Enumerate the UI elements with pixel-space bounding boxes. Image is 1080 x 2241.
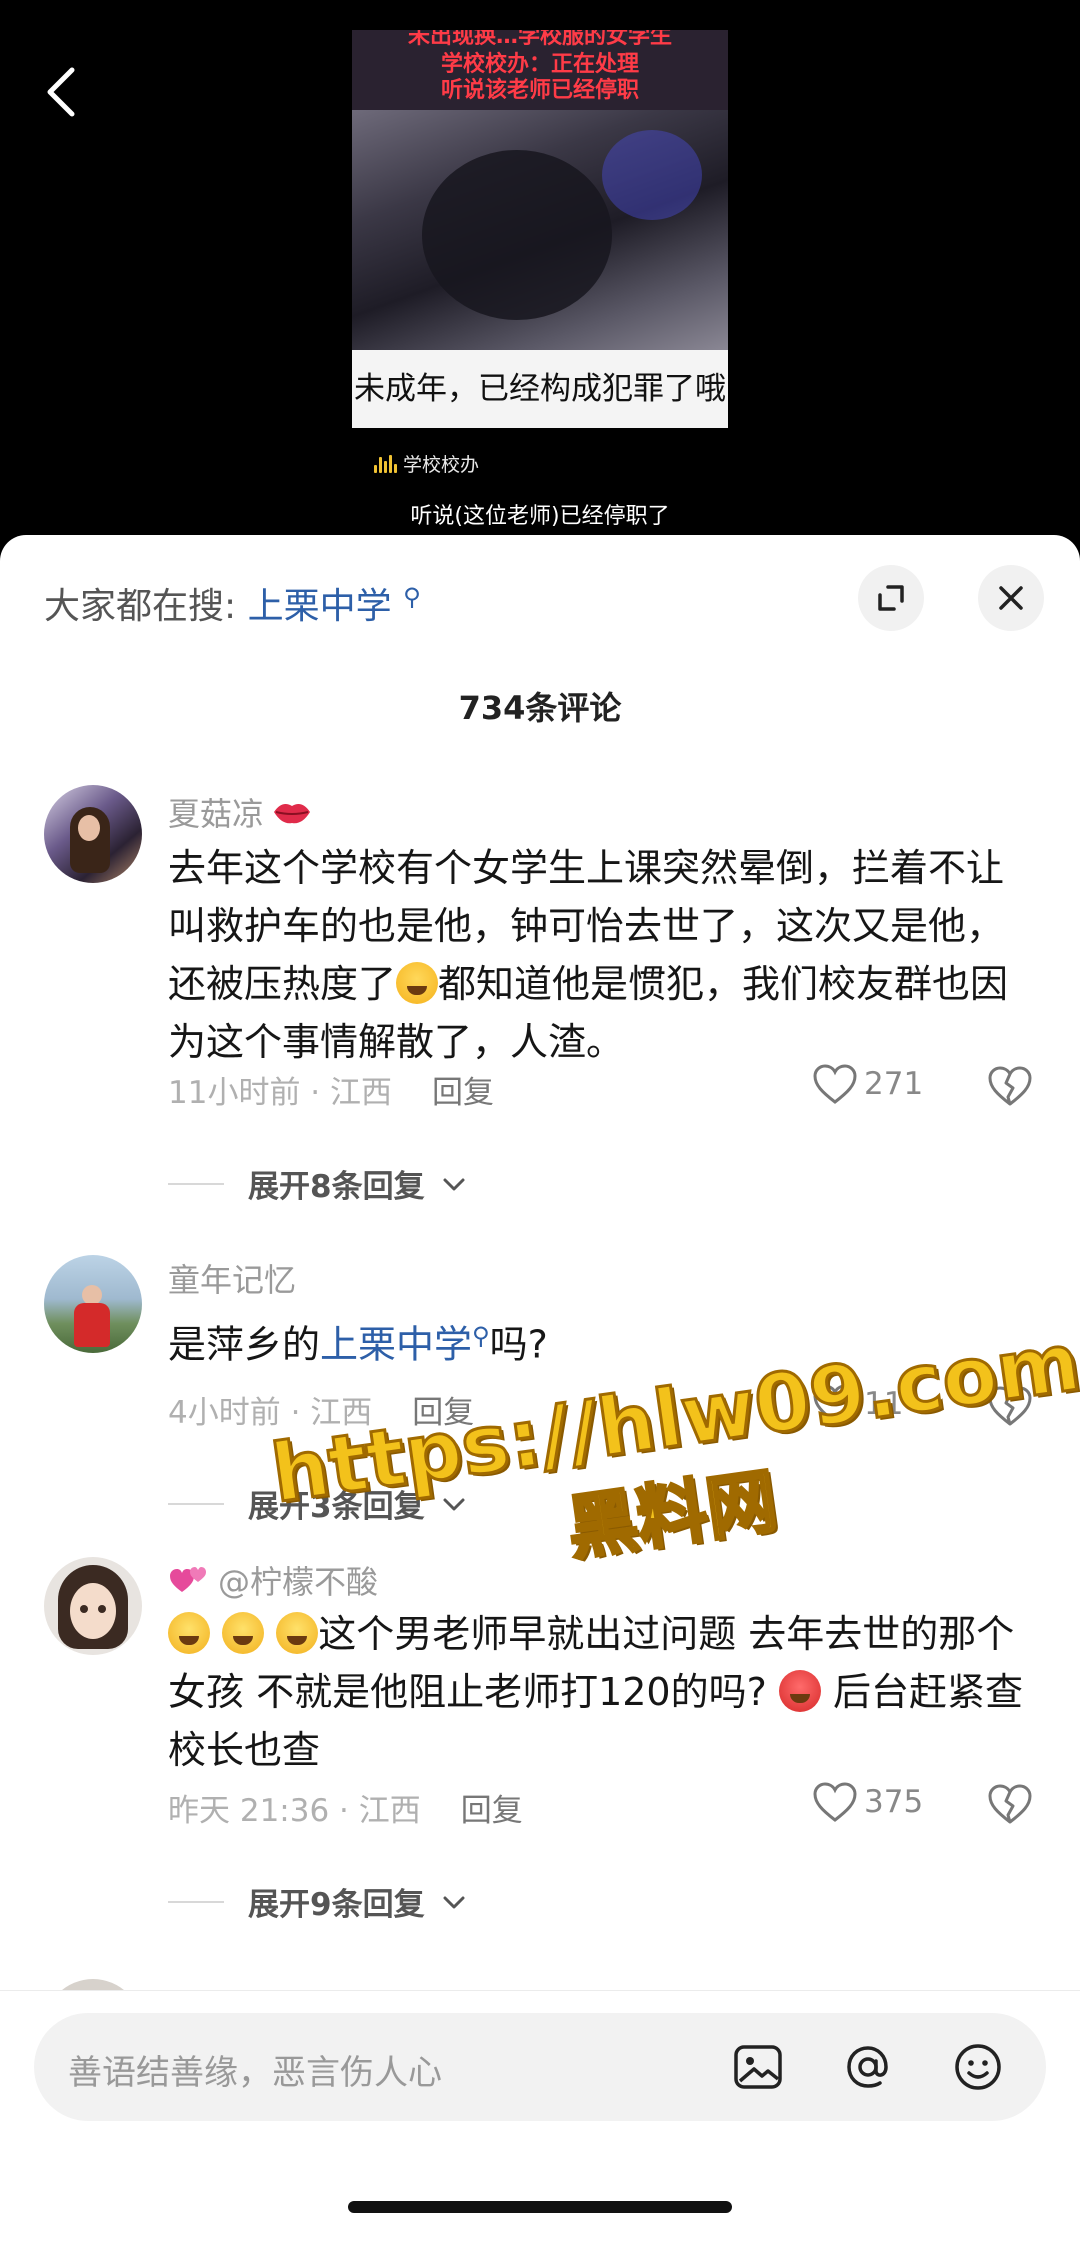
expand-replies-button[interactable]: 展开8条回复 xyxy=(168,1161,467,1206)
comment-username[interactable]: 夏菇凉 xyxy=(168,789,312,835)
username-text: 夏菇凉 xyxy=(168,795,265,833)
comment-username[interactable]: @柠檬不酸 xyxy=(168,1557,378,1603)
expand-replies-button[interactable]: 展开9条回复 xyxy=(168,1879,467,1924)
username-text: @柠檬不酸 xyxy=(218,1563,379,1601)
angry-emoji-icon xyxy=(778,1670,821,1712)
video-blur-shape xyxy=(602,130,702,220)
close-button[interactable] xyxy=(978,565,1044,631)
search-suggestion-prefix: 大家都在搜: xyxy=(44,586,237,627)
chevron-down-icon xyxy=(443,1178,465,1190)
video-title-line2: 学校校办：正在处理 xyxy=(440,52,639,77)
comment-username[interactable]: 童年记忆 xyxy=(168,1255,296,1301)
back-icon[interactable] xyxy=(38,62,88,122)
expand-replies-label: 展开3条回复 xyxy=(248,1489,425,1525)
video-speaker-label: 学校校办 xyxy=(403,454,480,476)
expand-replies-label: 展开9条回复 xyxy=(248,1887,425,1923)
comment-input-placeholder: 善语结善缘，恶言伤人心 xyxy=(68,2053,442,2093)
audio-wave-icon xyxy=(374,454,397,473)
comment-time-location: 4小时前 · 江西 xyxy=(168,1395,373,1431)
comment-sheet: 大家都在搜: 上栗中学 ⚲ 734条评论 夏菇凉 去年这个学校有个女学生上课突然… xyxy=(0,535,1080,2241)
comment-text: 是萍乡的上栗中学⚲吗? xyxy=(168,1307,1038,1374)
search-keyword-link[interactable]: 上栗中学 xyxy=(320,1323,472,1367)
video-caption: 未成年，已经构成犯罪了哦 xyxy=(352,350,728,428)
dislike-button[interactable] xyxy=(987,1783,1033,1829)
search-suggestion-keyword[interactable]: 上栗中学 xyxy=(248,586,392,627)
expand-button[interactable] xyxy=(858,565,924,631)
at-mention-icon[interactable] xyxy=(840,2039,896,2095)
comment-input-area: 善语结善缘，恶言伤人心 xyxy=(0,1990,1080,2241)
avatar[interactable] xyxy=(44,785,142,883)
hearts-icon xyxy=(170,1567,206,1592)
reply-button[interactable]: 回复 xyxy=(461,1793,523,1829)
search-icon: ⚲ xyxy=(472,1322,490,1350)
broken-heart-icon xyxy=(988,1784,1032,1824)
emoji-icon[interactable] xyxy=(950,2039,1006,2095)
like-button[interactable]: 271 xyxy=(812,1063,923,1105)
video-title-line1: 未出现换…学校服的女学生 xyxy=(407,30,672,49)
comment-meta: 11小时前 · 江西 回复 xyxy=(168,1067,494,1112)
avatar[interactable] xyxy=(44,1255,142,1353)
expand-icon xyxy=(878,585,904,611)
expand-replies-label: 展开8条回复 xyxy=(248,1169,425,1205)
heart-icon xyxy=(813,1782,857,1822)
avatar[interactable] xyxy=(44,1557,142,1655)
divider-line xyxy=(168,1182,224,1185)
divider-line xyxy=(168,1502,224,1505)
divider-line xyxy=(168,1900,224,1903)
like-count: 271 xyxy=(864,1066,924,1102)
laughing-emoji-icon xyxy=(276,1612,319,1654)
search-suggestion[interactable]: 大家都在搜: 上栗中学 ⚲ xyxy=(44,577,421,629)
comment-text: 去年这个学校有个女学生上课突然晕倒，拦着不让叫救护车的也是他，钟可怡去世了，这次… xyxy=(168,839,1038,1071)
like-button[interactable]: 11 xyxy=(812,1383,903,1425)
like-count: 11 xyxy=(864,1386,904,1422)
chevron-down-icon xyxy=(443,1498,465,1510)
comment-text-part: 吗? xyxy=(489,1322,548,1367)
comment-meta: 4小时前 · 江西 回复 xyxy=(168,1387,474,1432)
laughing-emoji-icon xyxy=(168,1612,210,1654)
comment-text: 这个男老师早就出过问题 去年去世的那个女孩 不就是他阻止老师打120的吗? 后台… xyxy=(168,1605,1038,1779)
broken-heart-icon xyxy=(988,1066,1032,1106)
laughing-emoji-icon xyxy=(222,1612,265,1654)
search-icon: ⚲ xyxy=(403,583,421,611)
reply-button[interactable]: 回复 xyxy=(412,1395,474,1431)
comment-text-part: 是萍乡的 xyxy=(168,1322,321,1367)
dislike-button[interactable] xyxy=(987,1385,1033,1431)
expand-replies-button[interactable]: 展开3条回复 xyxy=(168,1481,467,1526)
video-player[interactable]: 未出现换…学校服的女学生 学校校办：正在处理 听说该老师已经停职 未成年，已经构… xyxy=(0,0,1080,560)
video-title-line3: 听说该老师已经停职 xyxy=(440,78,639,103)
crying-emoji-icon xyxy=(396,962,439,1004)
dislike-button[interactable] xyxy=(987,1065,1033,1111)
video-speaker: 学校校办 xyxy=(374,450,479,477)
heart-icon xyxy=(813,1384,857,1424)
comment-time-location: 11小时前 · 江西 xyxy=(168,1075,393,1111)
video-blur-shape xyxy=(422,150,612,320)
like-count: 375 xyxy=(864,1784,924,1820)
close-icon xyxy=(999,586,1023,610)
reply-button[interactable]: 回复 xyxy=(432,1075,494,1111)
username-text: 童年记忆 xyxy=(168,1261,297,1299)
video-subtitle: 听说(这位老师)已经停职了 xyxy=(410,504,670,529)
home-indicator[interactable] xyxy=(348,2201,732,2213)
video-frame[interactable]: 未出现换…学校服的女学生 学校校办：正在处理 听说该老师已经停职 未成年，已经构… xyxy=(352,30,728,540)
chevron-down-icon xyxy=(443,1896,465,1908)
comment-count: 734条评论 xyxy=(458,689,622,727)
lips-icon xyxy=(274,804,311,824)
comment-meta: 昨天 21:36 · 江西 回复 xyxy=(168,1785,523,1830)
comment-time-location: 昨天 21:36 · 江西 xyxy=(168,1793,421,1829)
image-icon[interactable] xyxy=(730,2039,786,2095)
broken-heart-icon xyxy=(988,1386,1032,1426)
heart-icon xyxy=(813,1064,857,1104)
comment-input[interactable]: 善语结善缘，恶言伤人心 xyxy=(34,2013,1046,2121)
like-button[interactable]: 375 xyxy=(812,1781,923,1823)
